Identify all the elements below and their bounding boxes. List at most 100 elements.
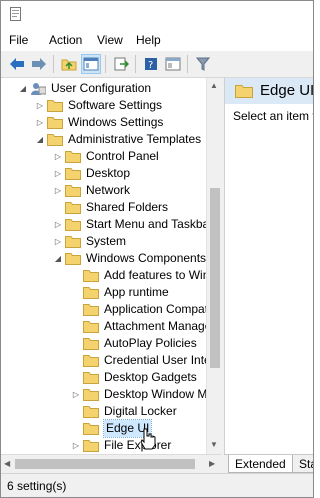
tree-item[interactable]: ▷ Control Panel	[53, 148, 159, 165]
expand-arrow-icon[interactable]: ▷	[53, 152, 63, 161]
tab-extended[interactable]: Extended	[228, 455, 293, 473]
tree-horizontal-scrollbar[interactable]: ◀ ▶	[1, 454, 222, 474]
tree-item[interactable]: Attachment Manage	[71, 318, 211, 335]
tree-item[interactable]: ▷ Windows Settings	[35, 114, 163, 131]
status-text: 6 setting(s)	[7, 479, 67, 493]
tree-item-label: Credential User Interf	[104, 353, 219, 367]
folder-open-icon	[65, 253, 81, 265]
tree-item-user-configuration[interactable]: ◢ User Configuration	[18, 80, 151, 97]
group-policy-editor-window: File Action View Help ? ◢ User Configura…	[0, 0, 314, 498]
back-arrow-icon	[10, 58, 24, 70]
expand-arrow-icon[interactable]: ▷	[53, 169, 63, 178]
up-folder-button[interactable]	[59, 54, 79, 74]
tree-item-label: Digital Locker	[104, 404, 177, 418]
tree-item[interactable]: Digital Locker	[71, 403, 177, 420]
scroll-right-arrow-icon[interactable]: ▶	[209, 459, 215, 468]
tree-item[interactable]: Add features to Winc	[71, 267, 215, 284]
folder-icon	[83, 423, 99, 435]
folder-icon	[83, 338, 99, 350]
folder-icon	[47, 117, 63, 129]
tree-item[interactable]: Desktop Gadgets	[71, 369, 197, 386]
expand-arrow-icon[interactable]: ▷	[53, 237, 63, 246]
help-icon: ?	[145, 58, 157, 71]
tree-vertical-scrollbar[interactable]: ▲ ▼	[206, 78, 223, 454]
tree-item-label: User Configuration	[51, 81, 152, 95]
tree-item-label: Software Settings	[68, 98, 163, 112]
console-tree[interactable]: ◢ User Configuration ▷ Software Settings…	[1, 78, 222, 454]
tab-standard[interactable]: Star	[292, 455, 313, 473]
expand-arrow-icon[interactable]: ▷	[35, 101, 45, 110]
folder-icon	[83, 372, 99, 384]
expand-arrow-icon[interactable]: ▷	[53, 186, 63, 195]
expand-arrow-icon[interactable]: ▷	[71, 390, 81, 399]
view-tabs: Extended Star	[224, 454, 313, 474]
tree-item[interactable]: ▷ Start Menu and Taskbar	[53, 216, 213, 233]
tree-item[interactable]: App runtime	[71, 284, 169, 301]
menu-action[interactable]: Action	[49, 33, 82, 47]
menu-help[interactable]: Help	[136, 33, 161, 47]
filter-button[interactable]	[193, 54, 213, 74]
toolbar: ?	[1, 51, 313, 78]
tree-item[interactable]: Credential User Interf	[71, 352, 218, 369]
tree-item[interactable]: AutoPlay Policies	[71, 335, 197, 352]
collapse-arrow-icon[interactable]: ◢	[35, 135, 45, 144]
hand-cursor-icon	[140, 428, 156, 450]
tree-item-label: File Explorer	[104, 438, 172, 452]
horizontal-scrollbar-thumb[interactable]	[15, 459, 195, 469]
tree-item[interactable]: Shared Folders	[53, 199, 168, 216]
expand-arrow-icon[interactable]: ▷	[35, 118, 45, 127]
collapse-arrow-icon[interactable]: ◢	[53, 254, 63, 263]
tree-item[interactable]: ◢ Windows Components	[53, 250, 206, 267]
help-button[interactable]: ?	[141, 54, 161, 74]
user-config-icon	[31, 83, 46, 95]
folder-icon	[83, 270, 99, 282]
expand-arrow-icon[interactable]: ▷	[53, 220, 63, 229]
back-button[interactable]	[7, 54, 27, 74]
tree-item[interactable]: ▷ Desktop Window Ma	[71, 386, 214, 403]
tree-item-label: Attachment Manage	[104, 319, 212, 333]
title-bar[interactable]	[1, 1, 313, 29]
properties-button[interactable]	[163, 54, 183, 74]
tree-item[interactable]: ▷ System	[53, 233, 126, 250]
tree-item-label: Application Compati	[104, 302, 211, 316]
folder-icon	[65, 151, 81, 163]
folder-icon	[65, 236, 81, 248]
console-tree-icon	[83, 57, 99, 71]
svg-text:?: ?	[148, 60, 153, 71]
scroll-down-arrow-icon[interactable]: ▼	[210, 440, 218, 449]
tree-item[interactable]: ◢ Administrative Templates	[35, 131, 201, 148]
folder-icon	[83, 406, 99, 418]
folder-icon	[65, 219, 81, 231]
status-bar: 6 setting(s)	[1, 473, 313, 497]
tree-item-label: Desktop Window Ma	[104, 387, 215, 401]
tree-item-label: AutoPlay Policies	[104, 336, 197, 350]
export-list-icon	[114, 57, 129, 71]
tree-item-label: Administrative Templates	[68, 132, 202, 146]
scroll-up-arrow-icon[interactable]: ▲	[210, 81, 218, 90]
tree-item-label: Desktop Gadgets	[104, 370, 197, 384]
tree-item-label: Desktop	[86, 166, 131, 180]
tree-item[interactable]: Application Compati	[71, 301, 211, 318]
menu-file[interactable]: File	[9, 33, 28, 47]
menu-view[interactable]: View	[97, 33, 123, 47]
scroll-left-arrow-icon[interactable]: ◀	[4, 459, 10, 468]
tree-item[interactable]: ▷ Desktop	[53, 165, 130, 182]
tree-item-label: Add features to Winc	[104, 268, 216, 282]
scrollbar-thumb[interactable]	[210, 188, 220, 368]
filter-icon	[196, 57, 210, 71]
tree-item[interactable]: ▷ Software Settings	[35, 97, 162, 114]
details-description: Select an item to	[233, 109, 314, 123]
details-title: Edge UI	[260, 82, 314, 99]
tree-item-label: Shared Folders	[86, 200, 169, 214]
folder-icon	[65, 168, 81, 180]
details-header: Edge UI	[225, 78, 314, 104]
export-list-button[interactable]	[111, 54, 131, 74]
menu-bar: File Action View Help	[1, 29, 313, 51]
expand-arrow-icon[interactable]: ▷	[71, 441, 81, 450]
folder-up-icon	[61, 59, 77, 71]
show-hide-tree-button[interactable]	[81, 54, 101, 74]
forward-button[interactable]	[29, 54, 49, 74]
tree-item-label: Start Menu and Taskbar	[86, 217, 214, 231]
tree-item[interactable]: ▷ Network	[53, 182, 130, 199]
collapse-arrow-icon[interactable]: ◢	[18, 84, 28, 93]
